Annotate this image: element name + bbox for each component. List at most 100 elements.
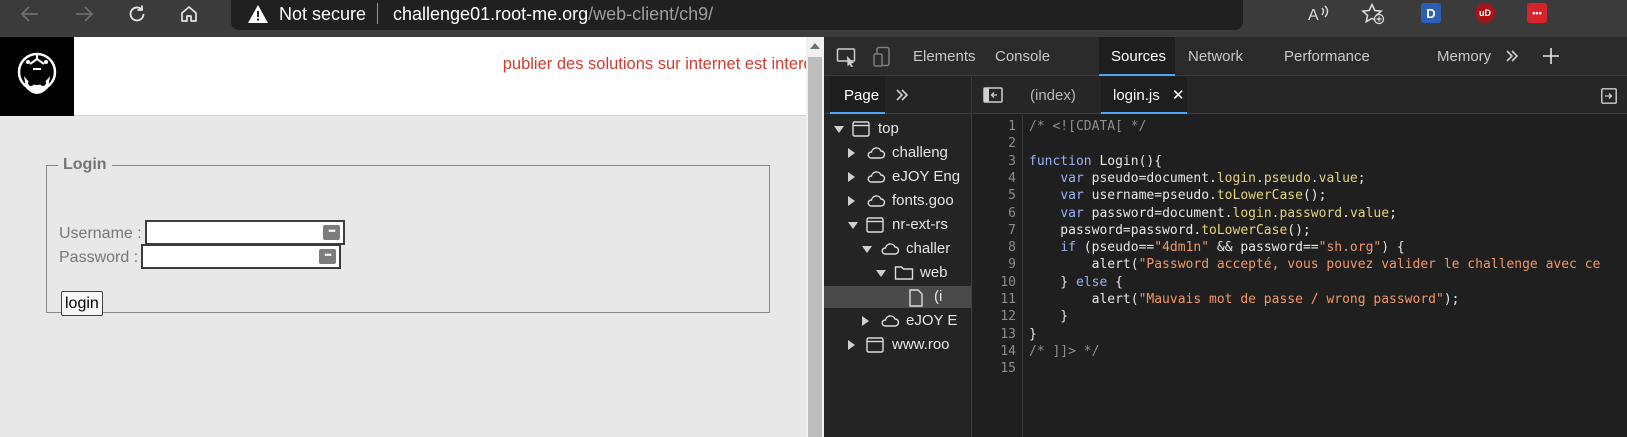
- extension-dots-icon[interactable]: •••: [1527, 3, 1547, 23]
- editor-tab-index[interactable]: (index): [1030, 87, 1076, 104]
- collapse-arrow-icon[interactable]: [848, 148, 855, 158]
- tree-item-label: top: [878, 120, 899, 137]
- code-token: .: [1310, 170, 1319, 186]
- code-token: /* ]]> */: [1029, 343, 1100, 359]
- line-number[interactable]: 4: [1008, 171, 1016, 186]
- line-number[interactable]: 7: [1008, 223, 1016, 238]
- tree-item[interactable]: top: [824, 118, 971, 142]
- navigator-tab-page[interactable]: Page: [830, 77, 885, 114]
- frame-icon: [866, 217, 884, 238]
- read-aloud-icon[interactable]: A: [1306, 0, 1332, 27]
- line-number[interactable]: 10: [1000, 275, 1016, 290]
- tab-sources[interactable]: Sources: [1111, 48, 1166, 65]
- code-line: }: [1029, 327, 1037, 342]
- navigator-header: Page: [824, 77, 971, 114]
- code-token: toLowerCase: [1216, 188, 1303, 204]
- sources-navigator: Page top challeng eJOY Eng fonts.goo nr-ext-…: [824, 77, 972, 437]
- expand-arrow-icon[interactable]: [862, 246, 872, 253]
- tree-item[interactable]: eJOY Eng: [824, 166, 971, 188]
- code-token: "sh.org": [1318, 240, 1382, 256]
- warning-icon[interactable]: [247, 4, 269, 29]
- code-token: );: [1443, 292, 1460, 307]
- expand-arrow-icon[interactable]: [876, 270, 886, 277]
- line-number[interactable]: 14: [1000, 344, 1016, 359]
- line-number[interactable]: 8: [1008, 240, 1016, 255]
- tree-item[interactable]: challer: [824, 238, 971, 260]
- page-scrollbar[interactable]: [806, 37, 824, 437]
- line-number[interactable]: 1: [1008, 119, 1016, 134]
- scroll-up-arrow-icon[interactable]: [810, 43, 820, 49]
- line-number[interactable]: 13: [1000, 327, 1016, 342]
- tree-item-label: nr-ext-rs: [892, 216, 948, 233]
- code-token: /* <![CDATA[ */: [1029, 119, 1147, 134]
- line-number[interactable]: 11: [1000, 292, 1016, 307]
- password-manager-icon[interactable]: •••: [319, 249, 336, 264]
- tree-item-label: www.roo: [892, 336, 950, 353]
- tab-memory[interactable]: Memory: [1437, 48, 1491, 65]
- collapse-arrow-icon[interactable]: [848, 340, 855, 350]
- url-text[interactable]: challenge01.root-me.org/web-client/ch9/: [393, 4, 713, 25]
- ublock-icon[interactable]: uD: [1475, 3, 1495, 23]
- home-icon[interactable]: [177, 0, 201, 27]
- code-token: else: [1075, 274, 1108, 290]
- line-number[interactable]: 9: [1008, 257, 1016, 272]
- extension-d-icon[interactable]: D: [1421, 3, 1441, 23]
- root-me-logo[interactable]: [0, 37, 74, 116]
- username-input[interactable]: •••: [145, 220, 345, 245]
- collapse-arrow-icon[interactable]: [862, 316, 869, 326]
- add-tool-plus-icon[interactable]: [1542, 47, 1560, 70]
- address-bar[interactable]: Not secure challenge01.root-me.org/web-c…: [231, 0, 1243, 30]
- code-line: /* <![CDATA[ */: [1029, 119, 1146, 134]
- line-number[interactable]: 5: [1008, 188, 1016, 203]
- more-tabs-chevron-icon[interactable]: [1504, 48, 1520, 69]
- toggle-navigator-icon[interactable]: [983, 87, 1003, 108]
- back-arrow-icon[interactable]: [18, 0, 42, 27]
- tree-item[interactable]: (i: [824, 286, 971, 308]
- refresh-icon[interactable]: [125, 0, 149, 27]
- line-number[interactable]: 12: [1000, 309, 1016, 324]
- tree-item[interactable]: challeng: [824, 142, 971, 166]
- favorites-star-icon[interactable]: [1360, 0, 1386, 27]
- login-button[interactable]: login: [61, 291, 103, 316]
- toggle-debugger-icon[interactable]: [1601, 88, 1617, 109]
- tree-item[interactable]: www.roo: [824, 334, 971, 356]
- password-manager-icon[interactable]: •••: [323, 225, 340, 240]
- cloud-icon: [866, 145, 886, 166]
- login-legend: Login: [63, 156, 107, 173]
- frame-icon: [852, 121, 870, 142]
- expand-arrow-icon[interactable]: [848, 222, 858, 229]
- editor-tab-login-js[interactable]: login.js ✕: [1101, 77, 1187, 114]
- line-number[interactable]: 15: [1000, 361, 1016, 376]
- close-tab-icon[interactable]: ✕: [1172, 86, 1185, 104]
- scrollbar-thumb[interactable]: [808, 57, 822, 437]
- tree-item-label: challeng: [892, 144, 948, 161]
- tab-network[interactable]: Network: [1188, 48, 1243, 65]
- navigator-more-chevron-icon[interactable]: [894, 87, 910, 108]
- tree-item[interactable]: fonts.goo: [824, 190, 971, 212]
- tab-performance[interactable]: Performance: [1284, 48, 1370, 65]
- password-input[interactable]: •••: [141, 244, 341, 269]
- tree-item[interactable]: eJOY E: [824, 310, 971, 332]
- tree-item[interactable]: nr-ext-rs: [824, 214, 971, 238]
- tree-item[interactable]: web: [824, 262, 971, 284]
- code-token: "Password accepté, vous pouvez valider l…: [1138, 257, 1601, 273]
- expand-arrow-icon[interactable]: [834, 126, 844, 133]
- security-label[interactable]: Not secure: [279, 4, 366, 25]
- code-token: && password==: [1209, 240, 1319, 256]
- inspect-element-icon[interactable]: [836, 47, 858, 72]
- forward-arrow-icon[interactable]: [72, 0, 96, 27]
- code-token: .: [1342, 205, 1350, 221]
- device-emulation-icon[interactable]: [873, 46, 895, 73]
- line-number[interactable]: 2: [1008, 136, 1016, 151]
- tab-elements[interactable]: Elements: [913, 48, 976, 65]
- line-number[interactable]: 3: [1008, 154, 1016, 169]
- collapse-arrow-icon[interactable]: [848, 196, 855, 206]
- code-token: ();: [1287, 222, 1311, 238]
- collapse-arrow-icon[interactable]: [848, 172, 855, 182]
- navigator-tab-label: Page: [844, 87, 880, 104]
- tab-console[interactable]: Console: [995, 48, 1050, 65]
- username-label: Username :: [59, 225, 142, 242]
- line-number[interactable]: 6: [1008, 206, 1016, 221]
